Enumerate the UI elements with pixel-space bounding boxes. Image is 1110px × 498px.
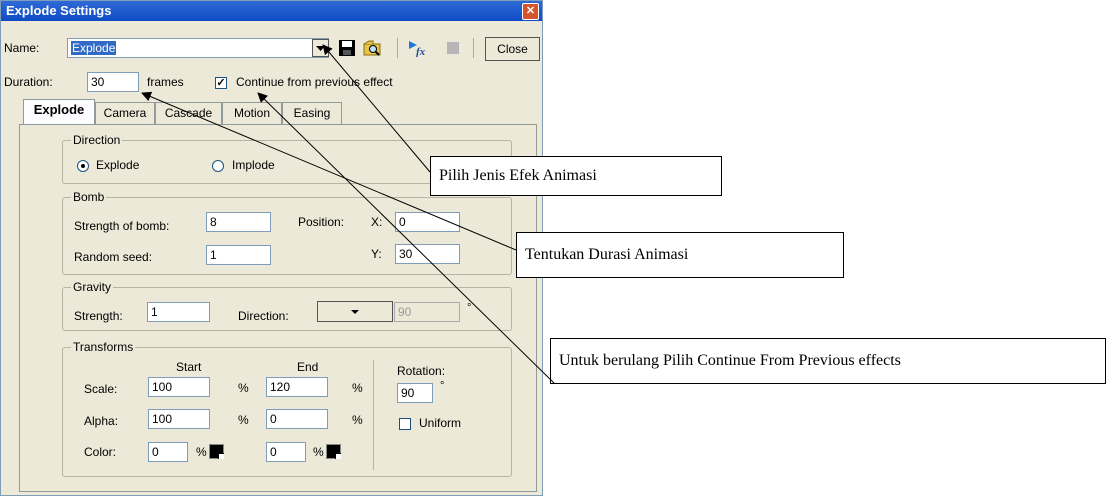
arrow-to-continue-checkbox [257, 92, 555, 384]
callout-arrows [141, 44, 555, 384]
arrow-to-duration [141, 91, 517, 251]
arrow-to-name-dropdown [322, 44, 431, 173]
